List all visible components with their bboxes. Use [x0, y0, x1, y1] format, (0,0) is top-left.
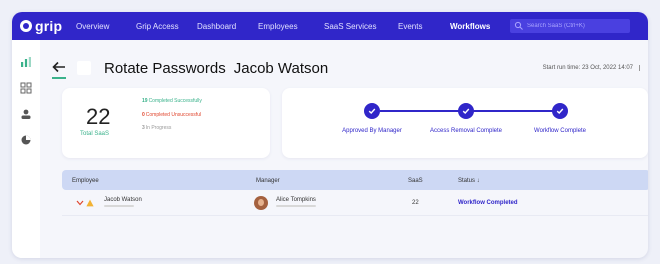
search-input[interactable]: [527, 23, 627, 29]
search-icon: [514, 21, 523, 30]
warning-icon: [86, 199, 94, 207]
nav-events[interactable]: Events: [398, 22, 422, 31]
manager-name: Alice Tompkins: [276, 197, 316, 203]
app-window: grip Overview Grip Access Dashboard Empl…: [12, 12, 648, 258]
th-manager[interactable]: Manager: [256, 178, 280, 184]
back-underline: [52, 77, 66, 79]
step-label-access-removal: Access Removal Complete: [429, 128, 503, 134]
grip-logo-icon: [20, 20, 32, 32]
nav-saas-services[interactable]: SaaS Services: [324, 22, 376, 31]
th-employee[interactable]: Employee: [72, 178, 99, 184]
progress-label: In Progress: [145, 125, 172, 131]
th-saas[interactable]: SaaS: [408, 178, 423, 184]
saas-count: 22: [412, 200, 419, 206]
total-saas-label: Total SaaS: [80, 131, 110, 137]
stat-completed: 19 Completed Successfully: [142, 98, 202, 104]
back-arrow-icon[interactable]: [52, 61, 66, 73]
failed-count: 0: [142, 112, 145, 118]
nav-grip-access[interactable]: Grip Access: [136, 22, 179, 31]
search-box[interactable]: [510, 19, 630, 33]
sidebar: [12, 40, 40, 258]
th-status[interactable]: Status ↓: [458, 178, 480, 184]
nav-overview[interactable]: Overview: [76, 22, 109, 31]
stats-card: 22 Total SaaS 19 Completed Successfully …: [62, 88, 270, 158]
page-header: Rotate Passwords Jacob Watson Start run t…: [52, 59, 642, 79]
row-divider: [62, 215, 648, 216]
manager-email-redacted: [276, 205, 316, 207]
employee-subtitle: Jacob Watson: [233, 60, 329, 77]
step-workflow-complete-check-icon: [552, 103, 568, 119]
workflow-progress-card: Approved By Manager Access Removal Compl…: [282, 88, 648, 158]
status-badge[interactable]: Workflow Completed: [458, 200, 518, 206]
nav-employees[interactable]: Employees: [258, 22, 298, 31]
step-label-workflow-complete: Workflow Complete: [534, 128, 586, 134]
start-run-time: Start run time: 23 Oct, 2022 14:07: [543, 65, 640, 71]
progress-count: 3: [142, 125, 145, 131]
nav-dashboard[interactable]: Dashboard: [197, 22, 236, 31]
top-navigation: grip Overview Grip Access Dashboard Empl…: [12, 12, 648, 40]
workflow-title: Rotate Passwords: [104, 60, 226, 77]
total-saas-count: 22: [86, 104, 111, 129]
logo[interactable]: grip: [20, 18, 68, 34]
users-icon[interactable]: [20, 108, 32, 120]
nav-workflows[interactable]: Workflows: [450, 22, 490, 31]
pie-chart-icon[interactable]: [20, 134, 32, 146]
completed-count: 19: [142, 98, 148, 104]
logo-text: grip: [35, 18, 63, 34]
password-icon: [77, 61, 91, 75]
chevron-down-icon[interactable]: [76, 200, 84, 206]
stat-failed: 0 Completed Unsuccessful: [142, 112, 201, 118]
grid-icon[interactable]: [20, 82, 32, 94]
avatar: [254, 196, 268, 210]
failed-label: Completed Unsuccessful: [145, 112, 202, 118]
table-header: Employee Manager SaaS Status ↓: [62, 170, 648, 190]
bar-chart-icon[interactable]: [20, 56, 32, 68]
employee-email-redacted: [104, 205, 134, 207]
page-title: Rotate Passwords Jacob Watson: [104, 60, 328, 77]
step-label-approved: Approved By Manager: [342, 128, 402, 134]
completed-label: Completed Successfully: [148, 98, 202, 104]
stat-in-progress: 3 In Progress: [142, 125, 171, 131]
employee-name[interactable]: Jacob Watson: [104, 197, 142, 203]
step-access-removal-check-icon: [458, 103, 474, 119]
step-approved-check-icon: [364, 103, 380, 119]
table-row[interactable]: Jacob Watson Alice Tompkins 22 Workflow …: [62, 192, 648, 214]
